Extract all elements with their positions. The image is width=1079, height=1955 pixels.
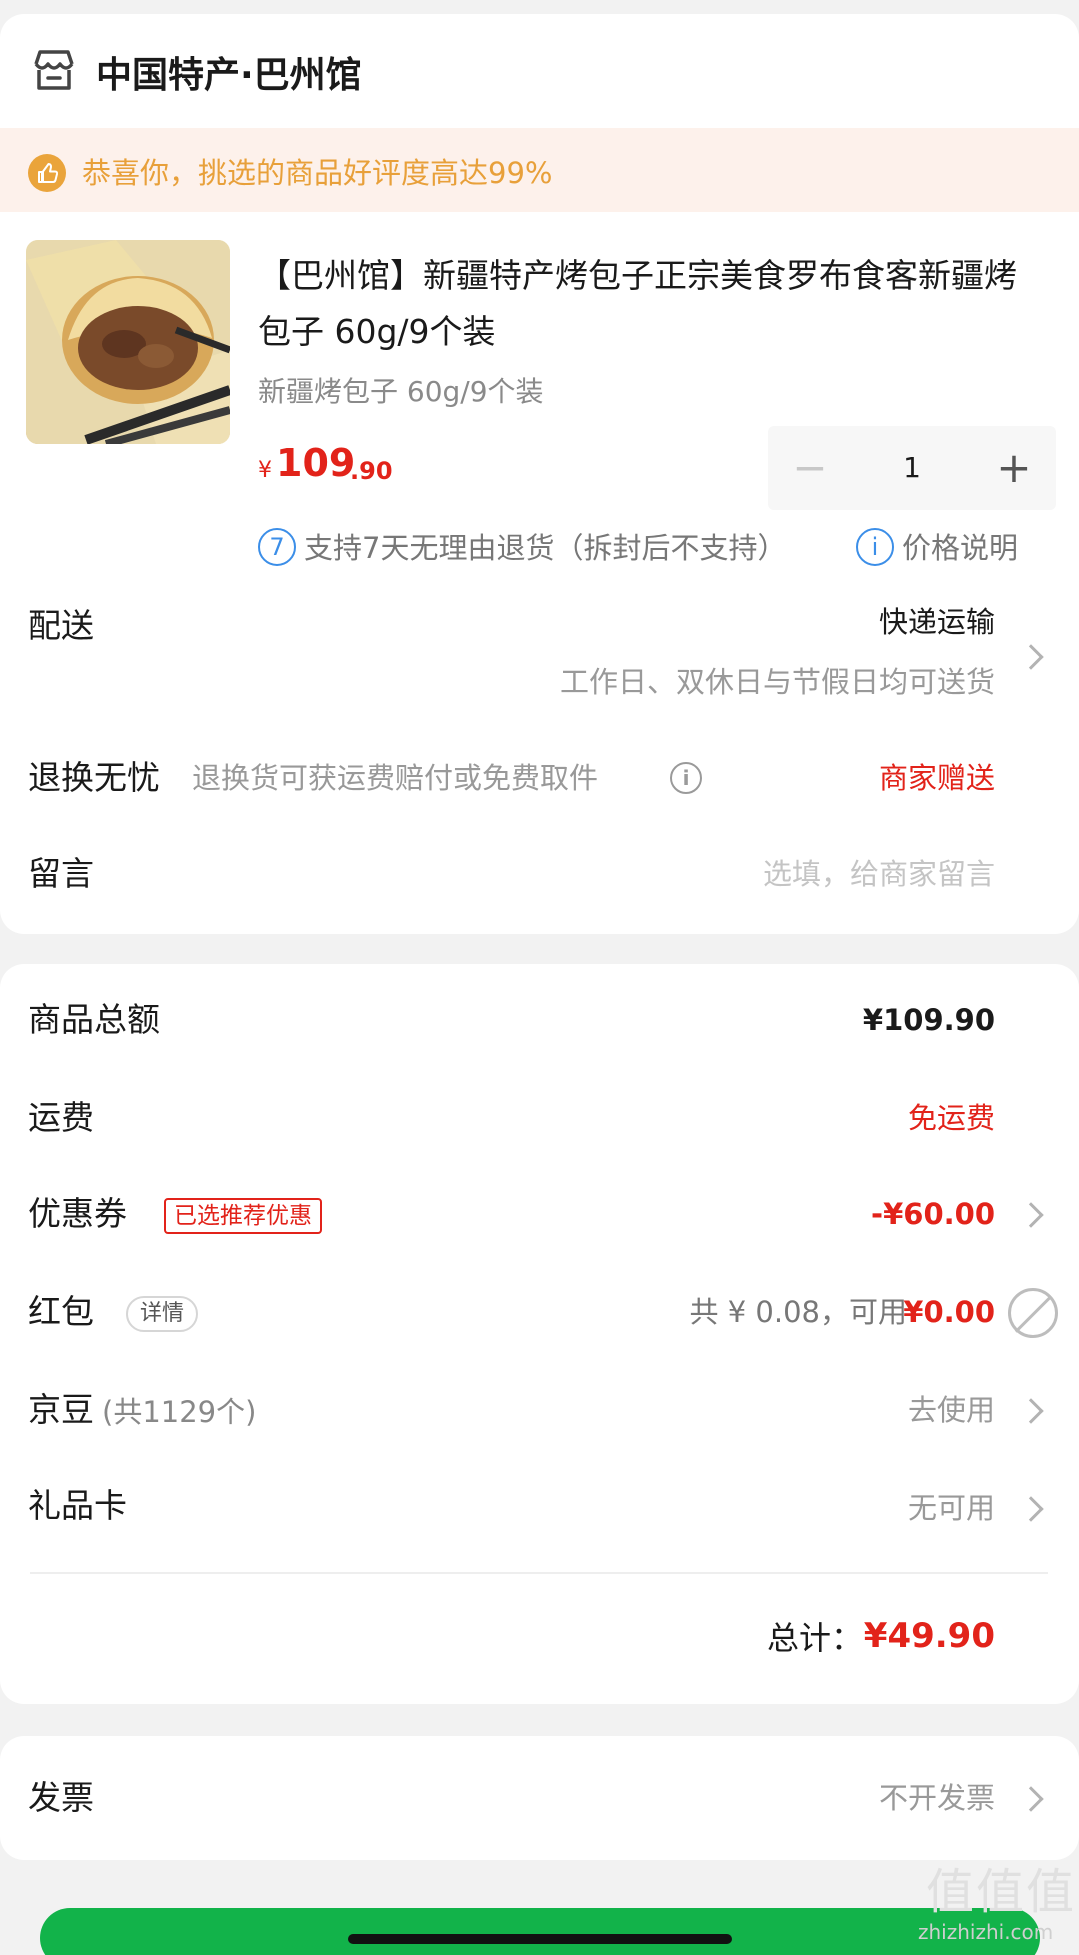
invoice-value[interactable]: 不开发票: [879, 1778, 995, 1818]
decrease-button[interactable]: −: [768, 426, 852, 510]
jingdou-use-button[interactable]: 去使用: [908, 1390, 995, 1430]
price-summary-card: 商品总额 ¥109.90 运费 免运费 优惠券 已选推荐优惠 -¥60.00 红…: [0, 964, 1079, 1704]
price-integer: 109: [276, 441, 356, 485]
message-label: 留言: [28, 854, 94, 893]
chevron-right-icon[interactable]: [1018, 1202, 1044, 1228]
store-name[interactable]: 中国特产·巴州馆: [96, 56, 362, 96]
redpacket-label: 红包: [28, 1292, 94, 1331]
price-decimal: .90: [350, 457, 393, 485]
shipping-value: 免运费: [907, 1101, 995, 1135]
order-card: 中国特产·巴州馆 恭喜你，挑选的商品好评度高达99% 【巴州馆】新疆特产烤包子正…: [0, 14, 1079, 934]
divider: [30, 1572, 1048, 1574]
coupon-label: 优惠券: [28, 1194, 127, 1233]
coupon-tag: 已选推荐优惠: [164, 1198, 322, 1234]
chevron-right-icon[interactable]: [1018, 644, 1044, 670]
return-worry-free-value: 商家赠送: [878, 761, 995, 795]
chevron-right-icon[interactable]: [1018, 1786, 1044, 1812]
increase-button[interactable]: +: [972, 426, 1056, 510]
giftcard-value[interactable]: 无可用: [908, 1488, 995, 1528]
watermark-logo: 值值值: [926, 1864, 1077, 1920]
return-worry-free-desc: 退换货可获运费赔付或免费取件: [192, 761, 599, 795]
jingdou-label: 京豆: [28, 1390, 94, 1429]
info-icon[interactable]: i: [670, 762, 702, 794]
return-worry-free-label: 退换无忧: [28, 758, 160, 797]
delivery-label: 配送: [28, 606, 94, 645]
quantity-input[interactable]: 1: [852, 426, 972, 510]
praise-text: 恭喜你，挑选的商品好评度高达99%: [82, 156, 553, 190]
delivery-note: 工作日、双休日与节假日均可送货: [559, 665, 995, 699]
watermark-text: zhizhizhi.com: [918, 1920, 1054, 1944]
product-spec[interactable]: 新疆烤包子 60g/9个装: [258, 372, 544, 412]
redpacket-value: ¥0.00: [903, 1295, 995, 1329]
invoice-label: 发票: [28, 1778, 94, 1817]
redpacket-detail-button[interactable]: 详情: [126, 1296, 199, 1332]
product-title[interactable]: 【巴州馆】新疆特产烤包子正宗美食罗布食客新疆烤包子 60g/9个装: [258, 248, 1038, 360]
giftcard-label: 礼品卡: [28, 1486, 127, 1525]
disabled-icon[interactable]: [1008, 1288, 1058, 1338]
store-icon: [34, 50, 74, 90]
goods-total-label: 商品总额: [28, 1000, 160, 1039]
goods-total-value: ¥109.90: [862, 1003, 995, 1037]
invoice-card[interactable]: 发票 不开发票: [0, 1736, 1079, 1860]
delivery-method[interactable]: 快递运输: [879, 602, 995, 642]
coupon-value[interactable]: -¥60.00: [871, 1194, 995, 1234]
return-policy-text[interactable]: 支持7天无理由退货（拆封后不支持）: [304, 528, 786, 568]
total-label: 总计：: [766, 1619, 863, 1657]
thumbs-up-icon: [28, 154, 66, 192]
product-thumbnail[interactable]: [26, 240, 230, 444]
shipping-label: 运费: [28, 1098, 94, 1137]
message-input[interactable]: 选填，给商家留言: [763, 854, 995, 894]
home-indicator[interactable]: [348, 1934, 732, 1944]
info-icon[interactable]: i: [856, 528, 894, 566]
chevron-right-icon[interactable]: [1018, 1496, 1044, 1522]
redpacket-available: 共 ¥ 0.08，可用: [689, 1295, 907, 1329]
price-explanation-link[interactable]: 价格说明: [902, 528, 1018, 568]
seven-day-return-icon: 7: [258, 528, 296, 566]
total-value: ¥49.90: [863, 1616, 995, 1656]
jingdou-count: (共1129个): [102, 1395, 257, 1429]
price-symbol: ¥: [258, 458, 272, 483]
chevron-right-icon[interactable]: [1018, 1398, 1044, 1424]
submit-order-bar[interactable]: [40, 1908, 1040, 1955]
